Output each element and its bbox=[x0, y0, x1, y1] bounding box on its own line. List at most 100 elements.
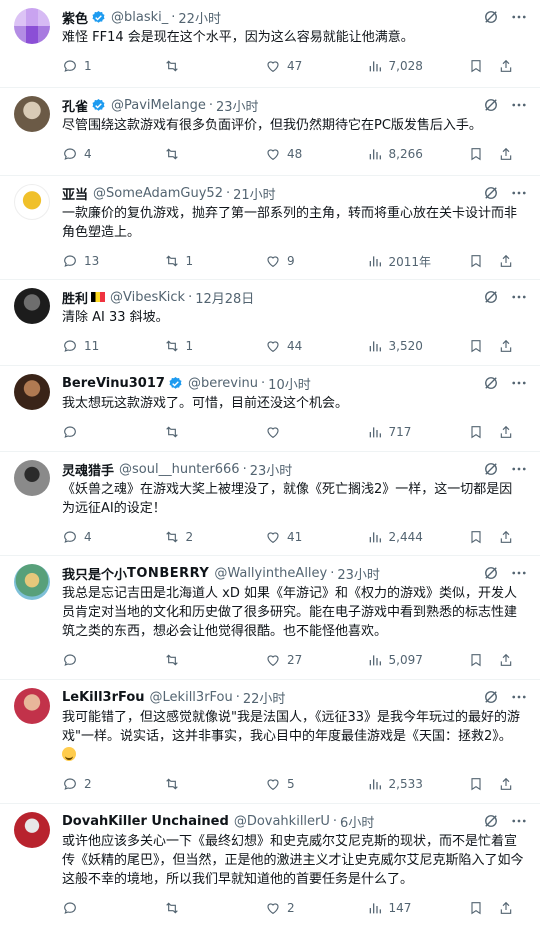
user-handle[interactable]: @VibesKick bbox=[110, 290, 185, 305]
retweet-button[interactable]: 1 bbox=[164, 338, 266, 354]
bookmark-button[interactable] bbox=[468, 652, 484, 668]
display-name[interactable]: 我只是个小 bbox=[62, 564, 127, 583]
share-button[interactable] bbox=[498, 58, 514, 74]
reply-button[interactable]: 1 bbox=[62, 58, 164, 74]
bookmark-button[interactable] bbox=[468, 900, 484, 916]
user-handle[interactable]: @DovahkillerU bbox=[234, 814, 330, 829]
avatar[interactable] bbox=[14, 374, 50, 410]
tweet[interactable]: 孔雀 @PaviMelange · 23小时 尽管围绕这款游戏有很多负面评价，但… bbox=[0, 88, 540, 176]
like-button[interactable]: 44 bbox=[265, 338, 367, 354]
bookmark-button[interactable] bbox=[468, 424, 484, 440]
share-button[interactable] bbox=[498, 776, 514, 792]
user-handle[interactable]: @berevinu bbox=[188, 376, 258, 391]
views-button[interactable]: 7,028 bbox=[367, 58, 469, 74]
share-button[interactable] bbox=[498, 338, 514, 354]
like-button[interactable]: 27 bbox=[265, 652, 367, 668]
avatar[interactable] bbox=[14, 688, 50, 724]
avatar[interactable] bbox=[14, 460, 50, 496]
grok-icon[interactable] bbox=[482, 460, 500, 478]
tweet[interactable]: 我只是个小 TONBERRY @WallyintheAlley · 23小时 我… bbox=[0, 556, 540, 680]
grok-icon[interactable] bbox=[482, 288, 500, 306]
timestamp[interactable]: 23小时 bbox=[337, 564, 380, 583]
bookmark-button[interactable] bbox=[468, 253, 484, 269]
retweet-button[interactable]: 1 bbox=[164, 253, 266, 269]
tweet[interactable]: 胜利 @VibesKick · 12月28日 清除 AI 33 斜坡。 11 1… bbox=[0, 280, 540, 366]
bookmark-button[interactable] bbox=[468, 776, 484, 792]
share-button[interactable] bbox=[498, 529, 514, 545]
reply-button[interactable] bbox=[62, 424, 164, 440]
timestamp[interactable]: 12月28日 bbox=[195, 288, 254, 307]
avatar[interactable] bbox=[14, 288, 50, 324]
timestamp[interactable]: 22小时 bbox=[178, 8, 221, 27]
avatar[interactable] bbox=[14, 8, 50, 44]
user-handle[interactable]: @WallyintheAlley bbox=[214, 566, 327, 581]
like-button[interactable]: 47 bbox=[265, 58, 367, 74]
more-options-icon[interactable] bbox=[510, 288, 528, 306]
share-button[interactable] bbox=[498, 424, 514, 440]
tweet[interactable]: BereVinu3017 @berevinu · 10小时 我太想玩这款游戏了。… bbox=[0, 366, 540, 452]
share-button[interactable] bbox=[498, 652, 514, 668]
bookmark-button[interactable] bbox=[468, 58, 484, 74]
more-options-icon[interactable] bbox=[510, 184, 528, 202]
avatar[interactable] bbox=[14, 564, 50, 600]
grok-icon[interactable] bbox=[482, 96, 500, 114]
tweet[interactable]: 亚当 @SomeAdamGuy52 · 21小时 一款廉价的复仇游戏，抛弃了第一… bbox=[0, 176, 540, 280]
timestamp[interactable]: 10小时 bbox=[268, 374, 311, 393]
retweet-button[interactable] bbox=[164, 652, 266, 668]
retweet-button[interactable] bbox=[164, 146, 266, 162]
views-button[interactable]: 8,266 bbox=[367, 146, 469, 162]
grok-icon[interactable] bbox=[482, 8, 500, 26]
grok-icon[interactable] bbox=[482, 688, 500, 706]
like-button[interactable]: 2 bbox=[265, 900, 367, 916]
display-name[interactable]: 孔雀 bbox=[62, 96, 88, 115]
more-options-icon[interactable] bbox=[510, 8, 528, 26]
avatar[interactable] bbox=[14, 96, 50, 132]
reply-button[interactable]: 4 bbox=[62, 529, 164, 545]
grok-icon[interactable] bbox=[482, 812, 500, 830]
timestamp[interactable]: 23小时 bbox=[216, 96, 259, 115]
like-button[interactable] bbox=[265, 424, 367, 440]
share-button[interactable] bbox=[498, 253, 514, 269]
more-options-icon[interactable] bbox=[510, 564, 528, 582]
retweet-button[interactable] bbox=[164, 776, 266, 792]
grok-icon[interactable] bbox=[482, 564, 500, 582]
retweet-button[interactable]: 2 bbox=[164, 529, 266, 545]
retweet-button[interactable] bbox=[164, 424, 266, 440]
reply-button[interactable]: 4 bbox=[62, 146, 164, 162]
views-button[interactable]: 5,097 bbox=[367, 652, 469, 668]
tweet[interactable]: LeKill3rFou @Lekill3rFou · 22小时 我可能错了，但这… bbox=[0, 680, 540, 804]
grok-icon[interactable] bbox=[482, 374, 500, 392]
display-name[interactable]: BereVinu3017 bbox=[62, 376, 165, 391]
reply-button[interactable]: 11 bbox=[62, 338, 164, 354]
reply-button[interactable]: 13 bbox=[62, 253, 164, 269]
timestamp[interactable]: 22小时 bbox=[243, 688, 286, 707]
like-button[interactable]: 48 bbox=[265, 146, 367, 162]
user-handle[interactable]: @Lekill3rFou bbox=[150, 690, 233, 705]
bookmark-button[interactable] bbox=[468, 338, 484, 354]
tweet[interactable]: DovahKiller Unchained @DovahkillerU · 6小… bbox=[0, 804, 540, 927]
share-button[interactable] bbox=[498, 900, 514, 916]
views-button[interactable]: 3,520 bbox=[367, 338, 469, 354]
avatar[interactable] bbox=[14, 184, 50, 220]
user-handle[interactable]: @PaviMelange bbox=[111, 98, 206, 113]
tweet[interactable]: 紫色 @blaski_ · 22小时 难怪 FF14 会是现在这个水平，因为这么… bbox=[0, 0, 540, 88]
more-options-icon[interactable] bbox=[510, 812, 528, 830]
display-name[interactable]: 亚当 bbox=[62, 184, 88, 203]
reply-button[interactable]: 2 bbox=[62, 776, 164, 792]
user-handle[interactable]: @blaski_ bbox=[111, 10, 168, 25]
bookmark-button[interactable] bbox=[468, 146, 484, 162]
more-options-icon[interactable] bbox=[510, 460, 528, 478]
views-button[interactable]: 2,444 bbox=[367, 529, 469, 545]
display-name[interactable]: 胜利 bbox=[62, 288, 88, 307]
bookmark-button[interactable] bbox=[468, 529, 484, 545]
timestamp[interactable]: 23小时 bbox=[250, 460, 293, 479]
views-button[interactable]: 2011年 bbox=[367, 253, 469, 270]
grok-icon[interactable] bbox=[482, 184, 500, 202]
display-name[interactable]: 紫色 bbox=[62, 8, 88, 27]
share-button[interactable] bbox=[498, 146, 514, 162]
views-button[interactable]: 717 bbox=[367, 424, 469, 440]
display-name[interactable]: LeKill3rFou bbox=[62, 690, 145, 705]
retweet-button[interactable] bbox=[164, 58, 266, 74]
user-handle[interactable]: @soul__hunter666 bbox=[119, 462, 240, 477]
retweet-button[interactable] bbox=[164, 900, 266, 916]
